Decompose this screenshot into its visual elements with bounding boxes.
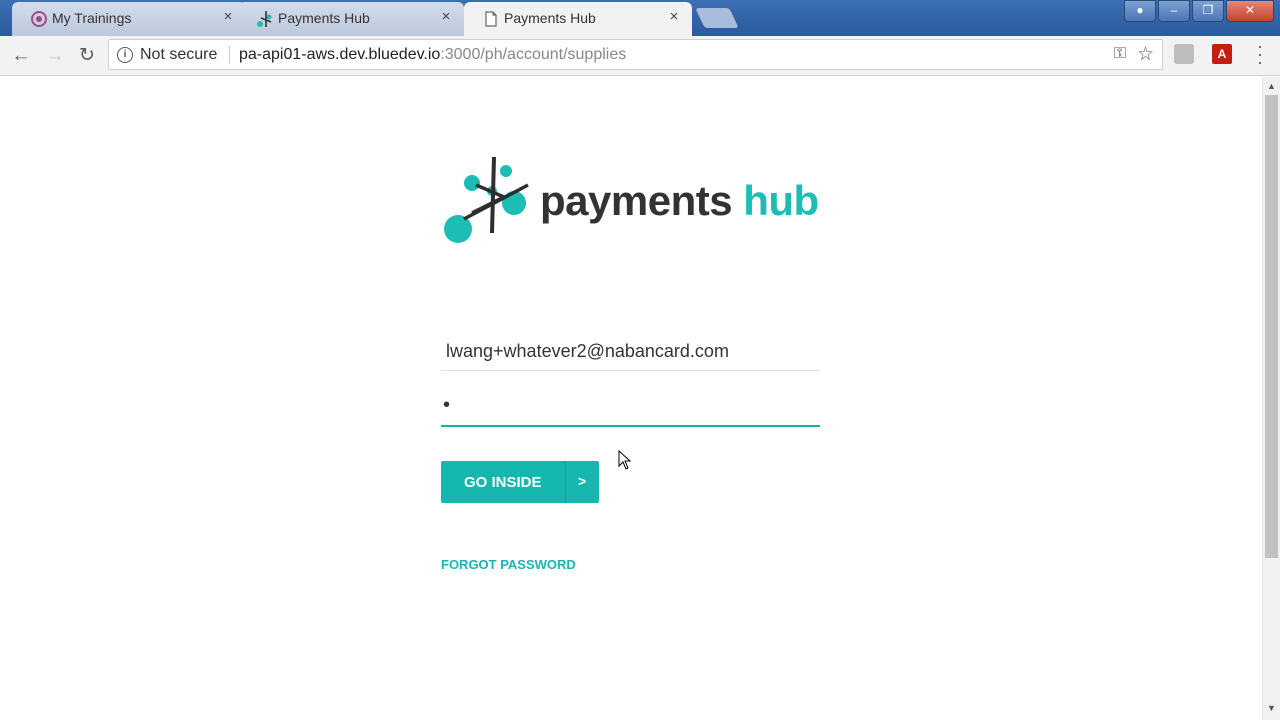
key-icon[interactable]: ⚿ (1114, 45, 1126, 63)
go-inside-label: GO INSIDE (464, 474, 542, 491)
mouse-cursor-icon (618, 450, 632, 470)
user-profile-icon[interactable]: ● (1124, 0, 1156, 22)
button-divider (565, 461, 566, 503)
address-bar[interactable]: i Not secure pa-api01-aws.dev.bluedev.io… (108, 39, 1163, 70)
browser-toolbar: ← → ↻ i Not secure pa-api01-aws.dev.blue… (0, 36, 1280, 76)
close-icon[interactable]: × (438, 8, 454, 26)
forgot-password-link[interactable]: FORGOT PASSWORD (441, 557, 576, 572)
password-field[interactable]: • (441, 392, 820, 427)
page-scrollbar[interactable]: ▲ ▼ (1262, 77, 1280, 720)
tab-payments-hub-active[interactable]: Payments Hub × (464, 2, 692, 36)
reload-icon[interactable]: ↻ (76, 45, 98, 67)
url-host: pa-api01-aws.dev.bluedev.io (239, 46, 441, 63)
browser-tabstrip: My Trainings × Payments Hub × Payments H… (0, 0, 1280, 36)
restore-icon[interactable]: ❐ (1192, 0, 1224, 22)
star-icon[interactable]: ☆ (1137, 43, 1154, 66)
tab-title: Payments Hub (504, 10, 596, 26)
brand-wordmark: payments hub (540, 177, 819, 225)
security-label[interactable]: Not secure (140, 46, 217, 64)
url-text[interactable]: pa-api01-aws.dev.bluedev.io:3000/ph/acco… (239, 46, 626, 64)
brand-word-2: hub (743, 177, 819, 224)
close-icon[interactable]: × (666, 8, 682, 26)
page-icon (485, 11, 497, 27)
divider (229, 46, 230, 64)
scroll-down-icon[interactable]: ▼ (1267, 703, 1276, 713)
payments-hub-logo: payments hub (442, 155, 822, 245)
window-controls: ● – ❐ ✕ (1124, 0, 1274, 22)
payments-hub-icon (257, 11, 272, 27)
menu-icon[interactable]: · · · (1250, 37, 1270, 71)
scroll-up-icon[interactable]: ▲ (1267, 81, 1276, 91)
go-inside-button[interactable]: GO INSIDE > (441, 461, 599, 503)
new-tab-button[interactable] (695, 8, 739, 28)
brand-word-1: payments (540, 177, 733, 224)
tab-my-trainings[interactable]: My Trainings × (12, 2, 246, 36)
tab-payments-hub[interactable]: Payments Hub × (238, 2, 464, 36)
extension-icon[interactable] (1174, 44, 1194, 64)
url-path: :3000/ph/account/supplies (440, 46, 627, 63)
close-icon[interactable]: × (220, 8, 236, 26)
scroll-thumb[interactable] (1265, 95, 1278, 558)
forward-icon[interactable]: → (44, 45, 66, 67)
tab-title: Payments Hub (278, 10, 370, 26)
minimize-icon[interactable]: – (1158, 0, 1190, 22)
tab-title: My Trainings (52, 10, 132, 26)
window-close-icon[interactable]: ✕ (1226, 0, 1274, 22)
back-icon[interactable]: ← (10, 45, 32, 67)
email-field[interactable]: lwang+whatever2@nabancard.com (441, 334, 820, 371)
info-icon[interactable]: i (117, 47, 133, 63)
chevron-right-icon: > (578, 473, 587, 489)
trainings-icon (31, 11, 47, 27)
pdf-extension-icon[interactable]: A (1212, 44, 1232, 64)
logo-mark-icon (444, 156, 529, 243)
